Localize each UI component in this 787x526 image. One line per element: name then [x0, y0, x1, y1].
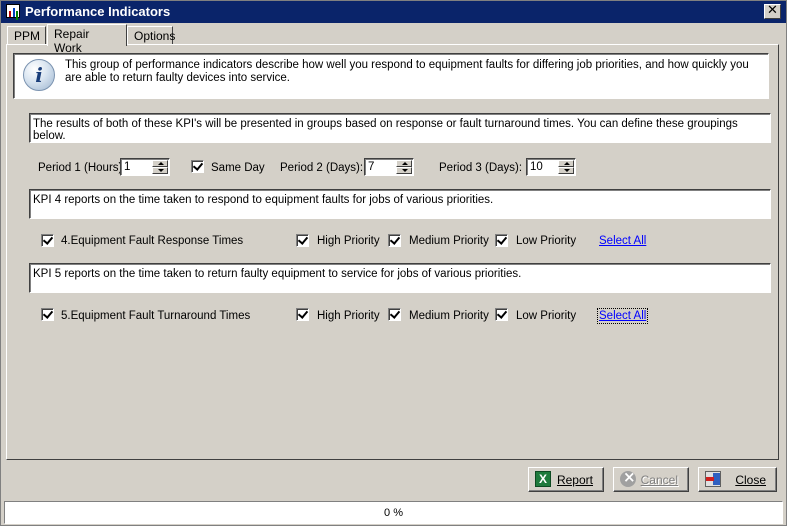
cancel-button[interactable]: Cancel — [613, 467, 689, 492]
period2-down-arrow-icon[interactable] — [396, 167, 412, 174]
kpi4-low-priority-checkbox[interactable] — [495, 234, 508, 247]
window-close-button[interactable]: ✕ — [764, 4, 781, 19]
period2-spinner[interactable]: 7 — [364, 158, 414, 176]
tab-repair-work[interactable]: Repair Work — [47, 24, 127, 55]
app-chart-icon — [6, 4, 20, 18]
kpi5-medium-priority-checkbox[interactable] — [388, 308, 401, 321]
kpi4-medium-priority-checkbox[interactable] — [388, 234, 401, 247]
kpi5-high-priority-checkbox[interactable] — [296, 308, 309, 321]
window-title: Performance Indicators — [25, 4, 171, 19]
period1-spinner[interactable]: 1 — [120, 158, 170, 176]
tab-options[interactable]: Options — [127, 26, 175, 45]
kpi4-high-priority-label: High Priority — [317, 235, 380, 247]
exit-door-icon — [705, 471, 721, 487]
info-text: This group of performance indicators des… — [65, 59, 749, 84]
kpi4-high-priority-checkbox[interactable] — [296, 234, 309, 247]
kpi4-description: KPI 4 reports on the time taken to respo… — [29, 189, 771, 219]
report-button-label: Report — [556, 473, 593, 487]
kpi5-low-priority-label: Low Priority — [516, 310, 577, 322]
same-day-checkbox[interactable] — [191, 160, 204, 173]
cancel-button-label: Cancel — [640, 473, 678, 487]
period2-value: 7 — [368, 161, 375, 173]
period1-label: Period 1 (Hours): — [38, 162, 126, 174]
same-day-label: Same Day — [211, 162, 265, 174]
period1-up-arrow-icon[interactable] — [152, 160, 168, 167]
period3-value: 10 — [530, 161, 543, 173]
kpi5-high-priority-label: High Priority — [317, 310, 380, 322]
period3-down-arrow-icon[interactable] — [558, 167, 574, 174]
period3-up-arrow-icon[interactable] — [558, 160, 574, 167]
progress-bar: 0 % — [4, 501, 783, 524]
cancel-circle-icon — [620, 468, 636, 487]
excel-icon — [535, 471, 551, 487]
period2-label: Period 2 (Days): — [280, 162, 364, 174]
performance-indicators-window: Performance Indicators ✕ PPM Repair Work… — [0, 0, 787, 526]
groupings-description: The results of both of these KPI's will … — [29, 113, 771, 143]
tab-ppm[interactable]: PPM — [7, 26, 46, 45]
close-button-label: Close — [735, 473, 766, 487]
report-button[interactable]: Report — [528, 467, 604, 492]
period3-spinner[interactable]: 10 — [526, 158, 576, 176]
kpi5-checkbox[interactable] — [41, 308, 54, 321]
period1-down-arrow-icon[interactable] — [152, 167, 168, 174]
kpi5-description: KPI 5 reports on the time taken to retur… — [29, 263, 771, 293]
kpi5-select-all-link[interactable]: Select All — [596, 308, 649, 324]
title-bar[interactable]: Performance Indicators ✕ — [1, 1, 786, 23]
kpi5-name: 5.Equipment Fault Turnaround Times — [61, 310, 251, 322]
kpi4-low-priority-label: Low Priority — [516, 235, 577, 247]
kpi5-low-priority-checkbox[interactable] — [495, 308, 508, 321]
info-icon: i — [23, 59, 55, 91]
period3-label: Period 3 (Days): — [439, 162, 523, 174]
info-box: i This group of performance indicators d… — [13, 53, 769, 99]
period1-value: 1 — [124, 161, 131, 173]
progress-text: 0 % — [384, 507, 403, 519]
close-button[interactable]: Close — [698, 467, 777, 492]
repair-work-panel: i This group of performance indicators d… — [6, 44, 779, 460]
kpi4-name: 4.Equipment Fault Response Times — [61, 235, 244, 247]
kpi4-medium-priority-label: Medium Priority — [409, 235, 489, 247]
kpi4-checkbox[interactable] — [41, 234, 54, 247]
kpi4-select-all-link[interactable]: Select All — [599, 235, 646, 247]
period2-up-arrow-icon[interactable] — [396, 160, 412, 167]
kpi5-medium-priority-label: Medium Priority — [409, 310, 489, 322]
